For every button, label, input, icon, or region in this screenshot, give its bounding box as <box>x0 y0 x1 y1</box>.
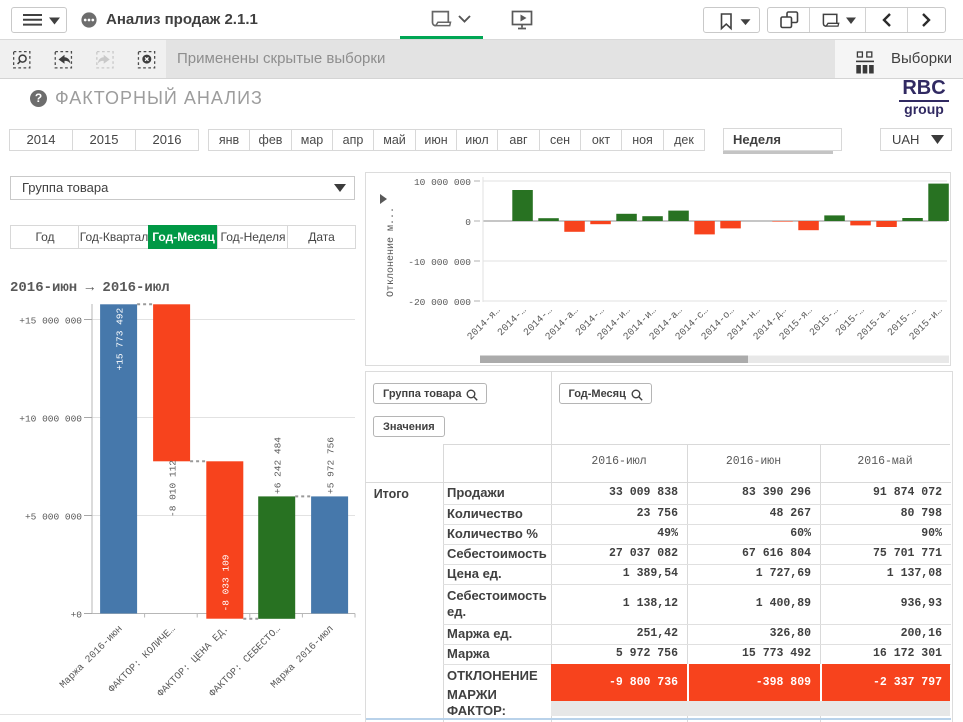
svg-text:-8 010 112: -8 010 112 <box>167 460 178 517</box>
svg-text:10 000 000: 10 000 000 <box>414 177 471 188</box>
svg-text:+15 000 000: +15 000 000 <box>19 316 82 327</box>
svg-text:+5 972 756: +5 972 756 <box>325 437 336 494</box>
svg-text:+10 000 000: +10 000 000 <box>19 414 82 425</box>
svg-text:-10 000 000: -10 000 000 <box>408 257 471 268</box>
svg-text:+6 242 484: +6 242 484 <box>272 437 283 494</box>
svg-text:0: 0 <box>465 217 471 228</box>
svg-text:+15 773 492: +15 773 492 <box>114 307 125 370</box>
svg-text:-20 000 000: -20 000 000 <box>408 297 471 308</box>
svg-text:Отклонение м...: Отклонение м... <box>386 207 397 297</box>
svg-text:+0: +0 <box>71 610 83 621</box>
svg-text:2014-я…: 2014-я… <box>466 306 503 343</box>
svg-text:-8 033 109: -8 033 109 <box>221 554 232 611</box>
svg-text:+5 000 000: +5 000 000 <box>25 512 82 523</box>
